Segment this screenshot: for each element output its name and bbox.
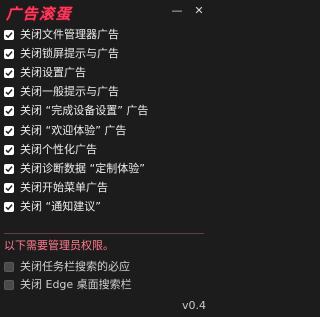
checkbox-checked[interactable]: [4, 202, 14, 213]
checkmark-icon: [5, 70, 13, 77]
option-label: 关闭诊断数据 “定制体验”: [20, 161, 145, 175]
option-row[interactable]: 关闭开始菜单广告: [4, 179, 208, 198]
app-window: 广告滚蛋 — ✕ 关闭文件管理器广告 关闭锁屏提示与广告 关闭设置广告关闭一般提示与…: [0, 0, 212, 317]
checkbox-checked[interactable]: [4, 183, 14, 194]
checkmark-icon: [5, 50, 13, 58]
checkbox-checked[interactable]: [4, 125, 14, 136]
option-row[interactable]: 关闭一般提示与广告: [4, 83, 208, 102]
checkbox-checked[interactable]: [4, 29, 14, 40]
checkbox-unchecked[interactable]: [4, 262, 14, 272]
option-row[interactable]: 关闭 “欢迎体验” 广告: [4, 121, 208, 140]
option-row[interactable]: 关闭 “完成设备设置” 广告: [4, 102, 208, 121]
option-row[interactable]: 关闭 “通知建议”: [4, 198, 208, 217]
checkmark-icon: [5, 127, 13, 134]
option-label: 关闭锁屏提示与广告: [20, 46, 119, 60]
checkbox-checked[interactable]: [4, 106, 14, 117]
checkmark-icon: [5, 108, 13, 115]
checkmark-icon: [5, 185, 13, 192]
checkmark-icon: [5, 31, 13, 38]
minimize-button[interactable]: —: [169, 4, 185, 18]
option-row[interactable]: 关闭锁屏提示与广告: [4, 44, 208, 63]
checkbox-unchecked[interactable]: [4, 280, 14, 290]
version-label: v0.4: [181, 299, 206, 312]
options-list: 关闭文件管理器广告 关闭锁屏提示与广告 关闭设置广告关闭一般提示与广告关闭 “完成设…: [4, 25, 208, 217]
option-row[interactable]: 关闭任务栏搜索的必应: [4, 258, 208, 276]
option-label: 关闭设置广告: [20, 65, 86, 79]
checkbox-checked[interactable]: [4, 87, 14, 98]
option-label: 关闭 “完成设备设置” 广告: [20, 104, 149, 118]
option-label: 关闭一般提示与广告: [20, 85, 119, 99]
checkmark-icon: [5, 166, 13, 173]
checkbox-checked[interactable]: [4, 144, 14, 155]
option-row[interactable]: 关闭文件管理器广告: [4, 25, 208, 44]
option-row[interactable]: 关闭 Edge 桌面搜索栏: [4, 276, 208, 294]
option-label: 关闭 Edge 桌面搜索栏: [20, 278, 132, 291]
checkbox-checked[interactable]: [4, 163, 14, 174]
option-label: 关闭 “欢迎体验” 广告: [20, 123, 127, 137]
option-row[interactable]: 关闭诊断数据 “定制体验”: [4, 159, 208, 178]
checkbox-checked[interactable]: [4, 48, 14, 59]
option-label: 关闭个性化广告: [20, 142, 97, 156]
checkmark-icon: [5, 204, 13, 211]
option-label: 关闭文件管理器广告: [20, 27, 119, 41]
option-label: 关闭 “通知建议”: [20, 200, 101, 214]
option-row[interactable]: 关闭设置广告: [4, 63, 208, 82]
app-title: 广告滚蛋: [6, 5, 73, 23]
window-controls: — ✕: [169, 4, 207, 18]
admin-note: 以下需要管理员权限。: [4, 239, 114, 252]
admin-options-list: 关闭任务栏搜索的必应 关闭 Edge 桌面搜索栏: [4, 258, 208, 294]
checkbox-checked[interactable]: [4, 67, 14, 78]
option-row[interactable]: 关闭个性化广告: [4, 140, 208, 159]
checkmark-icon: [5, 89, 13, 96]
section-divider: [4, 233, 204, 234]
option-label: 关闭任务栏搜索的必应: [20, 260, 130, 273]
checkmark-icon: [5, 146, 13, 154]
close-button[interactable]: ✕: [191, 4, 207, 18]
option-label: 关闭开始菜单广告: [20, 181, 108, 195]
